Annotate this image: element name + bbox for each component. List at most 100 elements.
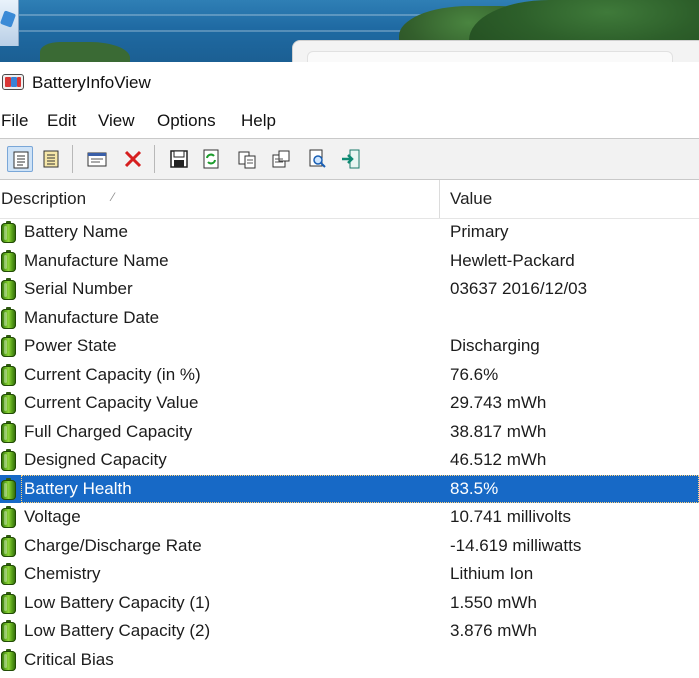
- toolbar: [0, 138, 699, 180]
- row-description: Manufacture Date: [24, 307, 160, 327]
- row-value: 76.6%: [450, 364, 499, 384]
- row-value: Discharging: [450, 336, 540, 355]
- battery-icon: [1, 306, 16, 329]
- battery-icon: [1, 563, 16, 585]
- table-row[interactable]: Current Capacity Value 29.743 mWh: [0, 389, 699, 418]
- row-description: Critical Bias: [24, 649, 114, 669]
- battery-icon: [1, 620, 16, 642]
- table-row[interactable]: Full Charged Capacity 38.817 mWh: [0, 418, 699, 447]
- row-value: 83.5%: [450, 478, 499, 498]
- row-value: 3.876 mWh: [450, 621, 537, 640]
- battery-icon: [1, 363, 16, 386]
- table-row[interactable]: Battery Health 83.5%: [0, 474, 699, 503]
- table-row[interactable]: Serial Number 03637 2016/12/03: [0, 275, 699, 304]
- window-title: BatteryInfoView: [32, 73, 151, 92]
- menu-bar: File Edit View Options Help: [0, 104, 699, 138]
- toolbar-separator: [154, 145, 155, 173]
- table-row[interactable]: Voltage 10.741 millivolts: [0, 503, 699, 532]
- desktop-shortcut-icon[interactable]: [0, 0, 19, 46]
- battery-icon: [1, 392, 16, 414]
- row-value: 46.512 mWh: [450, 450, 547, 469]
- copy-button[interactable]: [234, 146, 260, 172]
- table-row[interactable]: Low Battery Capacity (1) 1.550 mWh: [0, 589, 699, 618]
- row-description: Serial Number: [24, 279, 133, 298]
- exit-icon: [342, 149, 360, 169]
- row-description: Low Battery Capacity (1): [24, 592, 211, 612]
- table-row[interactable]: Current Capacity (in %) 76.6%: [0, 361, 699, 390]
- column-header-value[interactable]: Value: [450, 189, 492, 209]
- row-description: Designed Capacity: [24, 450, 167, 469]
- delete-icon: [124, 150, 142, 168]
- battery-icon: [1, 335, 16, 357]
- battery-icon: [1, 648, 16, 671]
- row-description: Current Capacity Value: [24, 393, 199, 412]
- refresh-icon: [203, 149, 219, 169]
- battery-icon: [1, 278, 16, 300]
- table-row[interactable]: Power State Discharging: [0, 332, 699, 361]
- find-button[interactable]: [304, 146, 330, 172]
- table-row[interactable]: Low Battery Capacity (2) 3.876 mWh: [0, 617, 699, 646]
- copy-properties-icon: [272, 150, 290, 168]
- toolbar-separator: [72, 145, 73, 173]
- row-value: 1.550 mWh: [450, 592, 537, 612]
- sort-ascending-icon: ⁄: [112, 190, 115, 204]
- app-window: BatteryInfoView File Edit View Options H…: [0, 62, 699, 678]
- row-description: Low Battery Capacity (2): [24, 621, 211, 640]
- row-description: Voltage: [24, 507, 81, 526]
- menu-view[interactable]: View: [98, 111, 135, 131]
- table-row[interactable]: Charge/Discharge Rate -14.619 milliwatts: [0, 532, 699, 561]
- save-icon: [170, 150, 188, 168]
- row-value: 29.743 mWh: [450, 393, 547, 412]
- html-report-selected-icon: [43, 150, 59, 168]
- html-report-all-button[interactable]: [7, 146, 33, 172]
- battery-icon: [1, 534, 16, 557]
- table-row[interactable]: Chemistry Lithium Ion: [0, 560, 699, 589]
- row-description: Manufacture Name: [24, 250, 169, 270]
- row-description: Battery Name: [24, 222, 128, 241]
- row-value: Primary: [450, 222, 509, 241]
- menu-edit[interactable]: Edit: [47, 111, 76, 131]
- table-row[interactable]: Manufacture Name Hewlett-Packard: [0, 247, 699, 276]
- menu-help[interactable]: Help: [241, 111, 276, 131]
- copy-icon: [238, 151, 256, 169]
- row-value: Hewlett-Packard: [450, 250, 575, 270]
- row-description: Current Capacity (in %): [24, 364, 201, 384]
- copy-properties-button[interactable]: [268, 146, 294, 172]
- row-description: Battery Health: [24, 478, 132, 498]
- row-description: Chemistry: [24, 564, 101, 583]
- properties-icon: [87, 152, 107, 167]
- battery-icon: [1, 449, 16, 471]
- row-value: 10.741 millivolts: [450, 507, 571, 526]
- refresh-button[interactable]: [198, 146, 224, 172]
- list-header: Description ⁄ Value: [0, 180, 699, 219]
- title-bar[interactable]: BatteryInfoView: [0, 62, 699, 104]
- menu-options[interactable]: Options: [157, 111, 216, 131]
- properties-button[interactable]: [84, 146, 110, 172]
- table-row[interactable]: Battery Name Primary: [0, 218, 699, 247]
- battery-icon: [1, 506, 16, 528]
- row-value: 38.817 mWh: [450, 421, 547, 441]
- row-description: Charge/Discharge Rate: [24, 535, 202, 555]
- save-button[interactable]: [166, 146, 192, 172]
- list-rows: Battery Name Primary Manufacture Name Hewle…: [0, 218, 699, 674]
- menu-file[interactable]: File: [1, 111, 28, 131]
- column-header-description[interactable]: Description: [1, 189, 86, 209]
- table-row[interactable]: Critical Bias: [0, 646, 699, 675]
- exit-button[interactable]: [338, 146, 364, 172]
- row-description: Power State: [24, 336, 117, 355]
- battery-icon: [1, 591, 16, 614]
- battery-icon: [1, 477, 16, 500]
- battery-app-icon: [2, 74, 24, 90]
- delete-button[interactable]: [120, 146, 146, 172]
- battery-icon: [1, 221, 16, 243]
- battery-icon: [1, 420, 16, 443]
- battery-info-list[interactable]: Description ⁄ Value Battery Name Primary M…: [0, 180, 699, 678]
- html-report-selected-button[interactable]: [38, 146, 64, 172]
- row-value: -14.619 milliwatts: [450, 535, 582, 555]
- html-report-all-icon: [13, 151, 29, 169]
- column-divider[interactable]: [439, 180, 440, 218]
- table-row[interactable]: Manufacture Date: [0, 304, 699, 333]
- table-row[interactable]: Designed Capacity 46.512 mWh: [0, 446, 699, 475]
- find-icon: [309, 149, 326, 168]
- row-description: Full Charged Capacity: [24, 421, 193, 441]
